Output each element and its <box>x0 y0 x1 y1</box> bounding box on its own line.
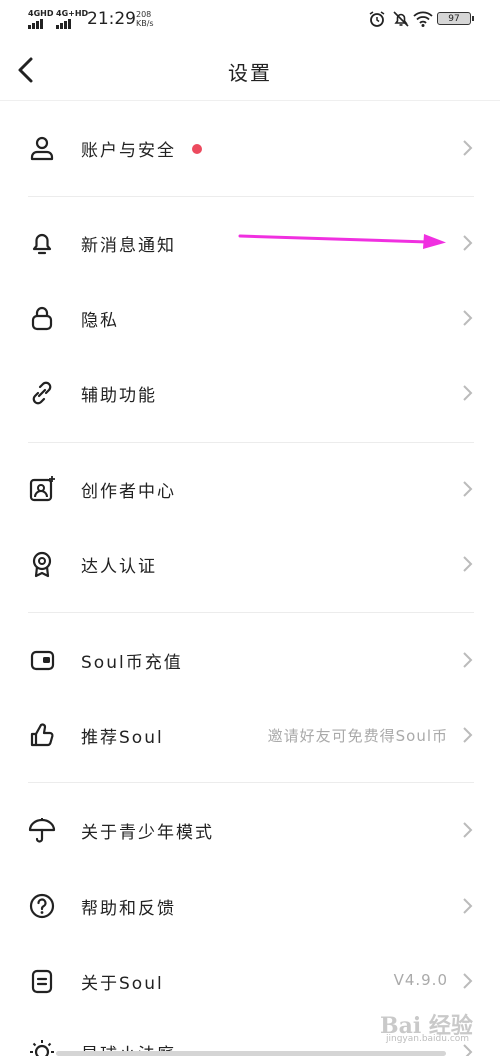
settings-item-label: 达人认证 <box>81 557 157 577</box>
chevron-right-icon <box>463 310 473 326</box>
status-bar: 4GHD 4G+HD 21:29 208 KB/s 97 <box>0 0 500 40</box>
notification-dot <box>192 144 202 154</box>
network-type-1: 4GHD <box>28 9 54 18</box>
help-icon <box>29 893 55 919</box>
signal-indicator-2: 4G+HD <box>56 10 88 29</box>
bell-icon <box>32 233 52 255</box>
signal-bars-icon <box>28 19 53 29</box>
chevron-right-icon <box>463 898 473 914</box>
settings-item-privacy[interactable]: 隐私 <box>0 288 500 348</box>
divider <box>28 612 474 613</box>
top-bar: 设置 <box>0 40 500 101</box>
invite-hint: 邀请好友可免费得Soul币 <box>267 727 448 745</box>
scroll-indicator <box>56 1051 446 1056</box>
version-label: V4.9.0 <box>393 971 448 989</box>
sun-icon <box>30 1040 54 1056</box>
wifi-icon <box>413 11 433 27</box>
divider <box>28 442 474 443</box>
settings-item-expert-verification[interactable]: 达人认证 <box>0 534 500 594</box>
settings-item-recommend-soul[interactable]: 推荐Soul 邀请好友可免费得Soul币 <box>0 705 500 765</box>
settings-item-label: 关于青少年模式 <box>81 823 214 843</box>
user-icon <box>30 136 54 161</box>
settings-item-label: 帮助和反馈 <box>81 899 176 919</box>
settings-item-label: 推荐Soul <box>81 728 164 748</box>
network-speed: 208 KB/s <box>136 10 154 28</box>
signal-bars-icon <box>56 19 88 29</box>
settings-item-label: Soul币充值 <box>81 653 183 673</box>
link-icon <box>32 381 52 405</box>
thumbs-up-icon <box>30 723 54 747</box>
chevron-right-icon <box>463 556 473 572</box>
divider <box>28 782 474 783</box>
status-time: 21:29 <box>87 9 136 29</box>
chevron-right-icon <box>463 385 473 401</box>
settings-item-label: 关于Soul <box>81 974 164 994</box>
watermark: Bai 经验 jingyan.baidu.com <box>378 996 496 1048</box>
settings-item-label: 创作者中心 <box>81 482 176 502</box>
chevron-right-icon <box>463 822 473 838</box>
chevron-right-icon <box>463 140 473 156</box>
settings-item-accessibility[interactable]: 辅助功能 <box>0 363 500 423</box>
settings-item-label: 账户与安全 <box>81 141 176 161</box>
umbrella-icon <box>28 818 56 843</box>
watermark-url: jingyan.baidu.com <box>386 1034 470 1044</box>
chevron-right-icon <box>463 235 473 251</box>
settings-item-soul-coin-recharge[interactable]: Soul币充值 <box>0 630 500 690</box>
network-type-2: 4G+HD <box>56 9 89 18</box>
bell-muted-icon <box>393 11 409 27</box>
signal-indicator-1: 4GHD <box>28 10 53 29</box>
speed-unit: KB/s <box>136 19 154 28</box>
settings-item-teen-mode[interactable]: 关于青少年模式 <box>0 800 500 860</box>
settings-item-help-feedback[interactable]: 帮助和反馈 <box>0 876 500 936</box>
lock-icon <box>31 306 53 331</box>
annotation-arrow-icon <box>238 234 446 249</box>
settings-item-label: 新消息通知 <box>81 236 176 256</box>
settings-item-label: 辅助功能 <box>81 386 157 406</box>
chevron-right-icon <box>463 652 473 668</box>
chevron-right-icon <box>463 481 473 497</box>
badge-icon <box>32 551 52 578</box>
wallet-icon <box>30 650 55 671</box>
divider <box>28 196 474 197</box>
speed-value: 208 <box>136 10 152 19</box>
settings-item-account-security[interactable]: 账户与安全 <box>0 118 500 178</box>
settings-item-label: 隐私 <box>81 311 119 331</box>
creator-icon <box>29 476 55 502</box>
settings-item-creator-center[interactable]: 创作者中心 <box>0 459 500 519</box>
chevron-right-icon <box>463 727 473 743</box>
page-title: 设置 <box>228 61 272 85</box>
battery-indicator: 97 <box>437 12 474 25</box>
chevron-right-icon <box>463 973 473 989</box>
alarm-icon <box>369 11 385 27</box>
info-doc-icon <box>31 969 53 994</box>
